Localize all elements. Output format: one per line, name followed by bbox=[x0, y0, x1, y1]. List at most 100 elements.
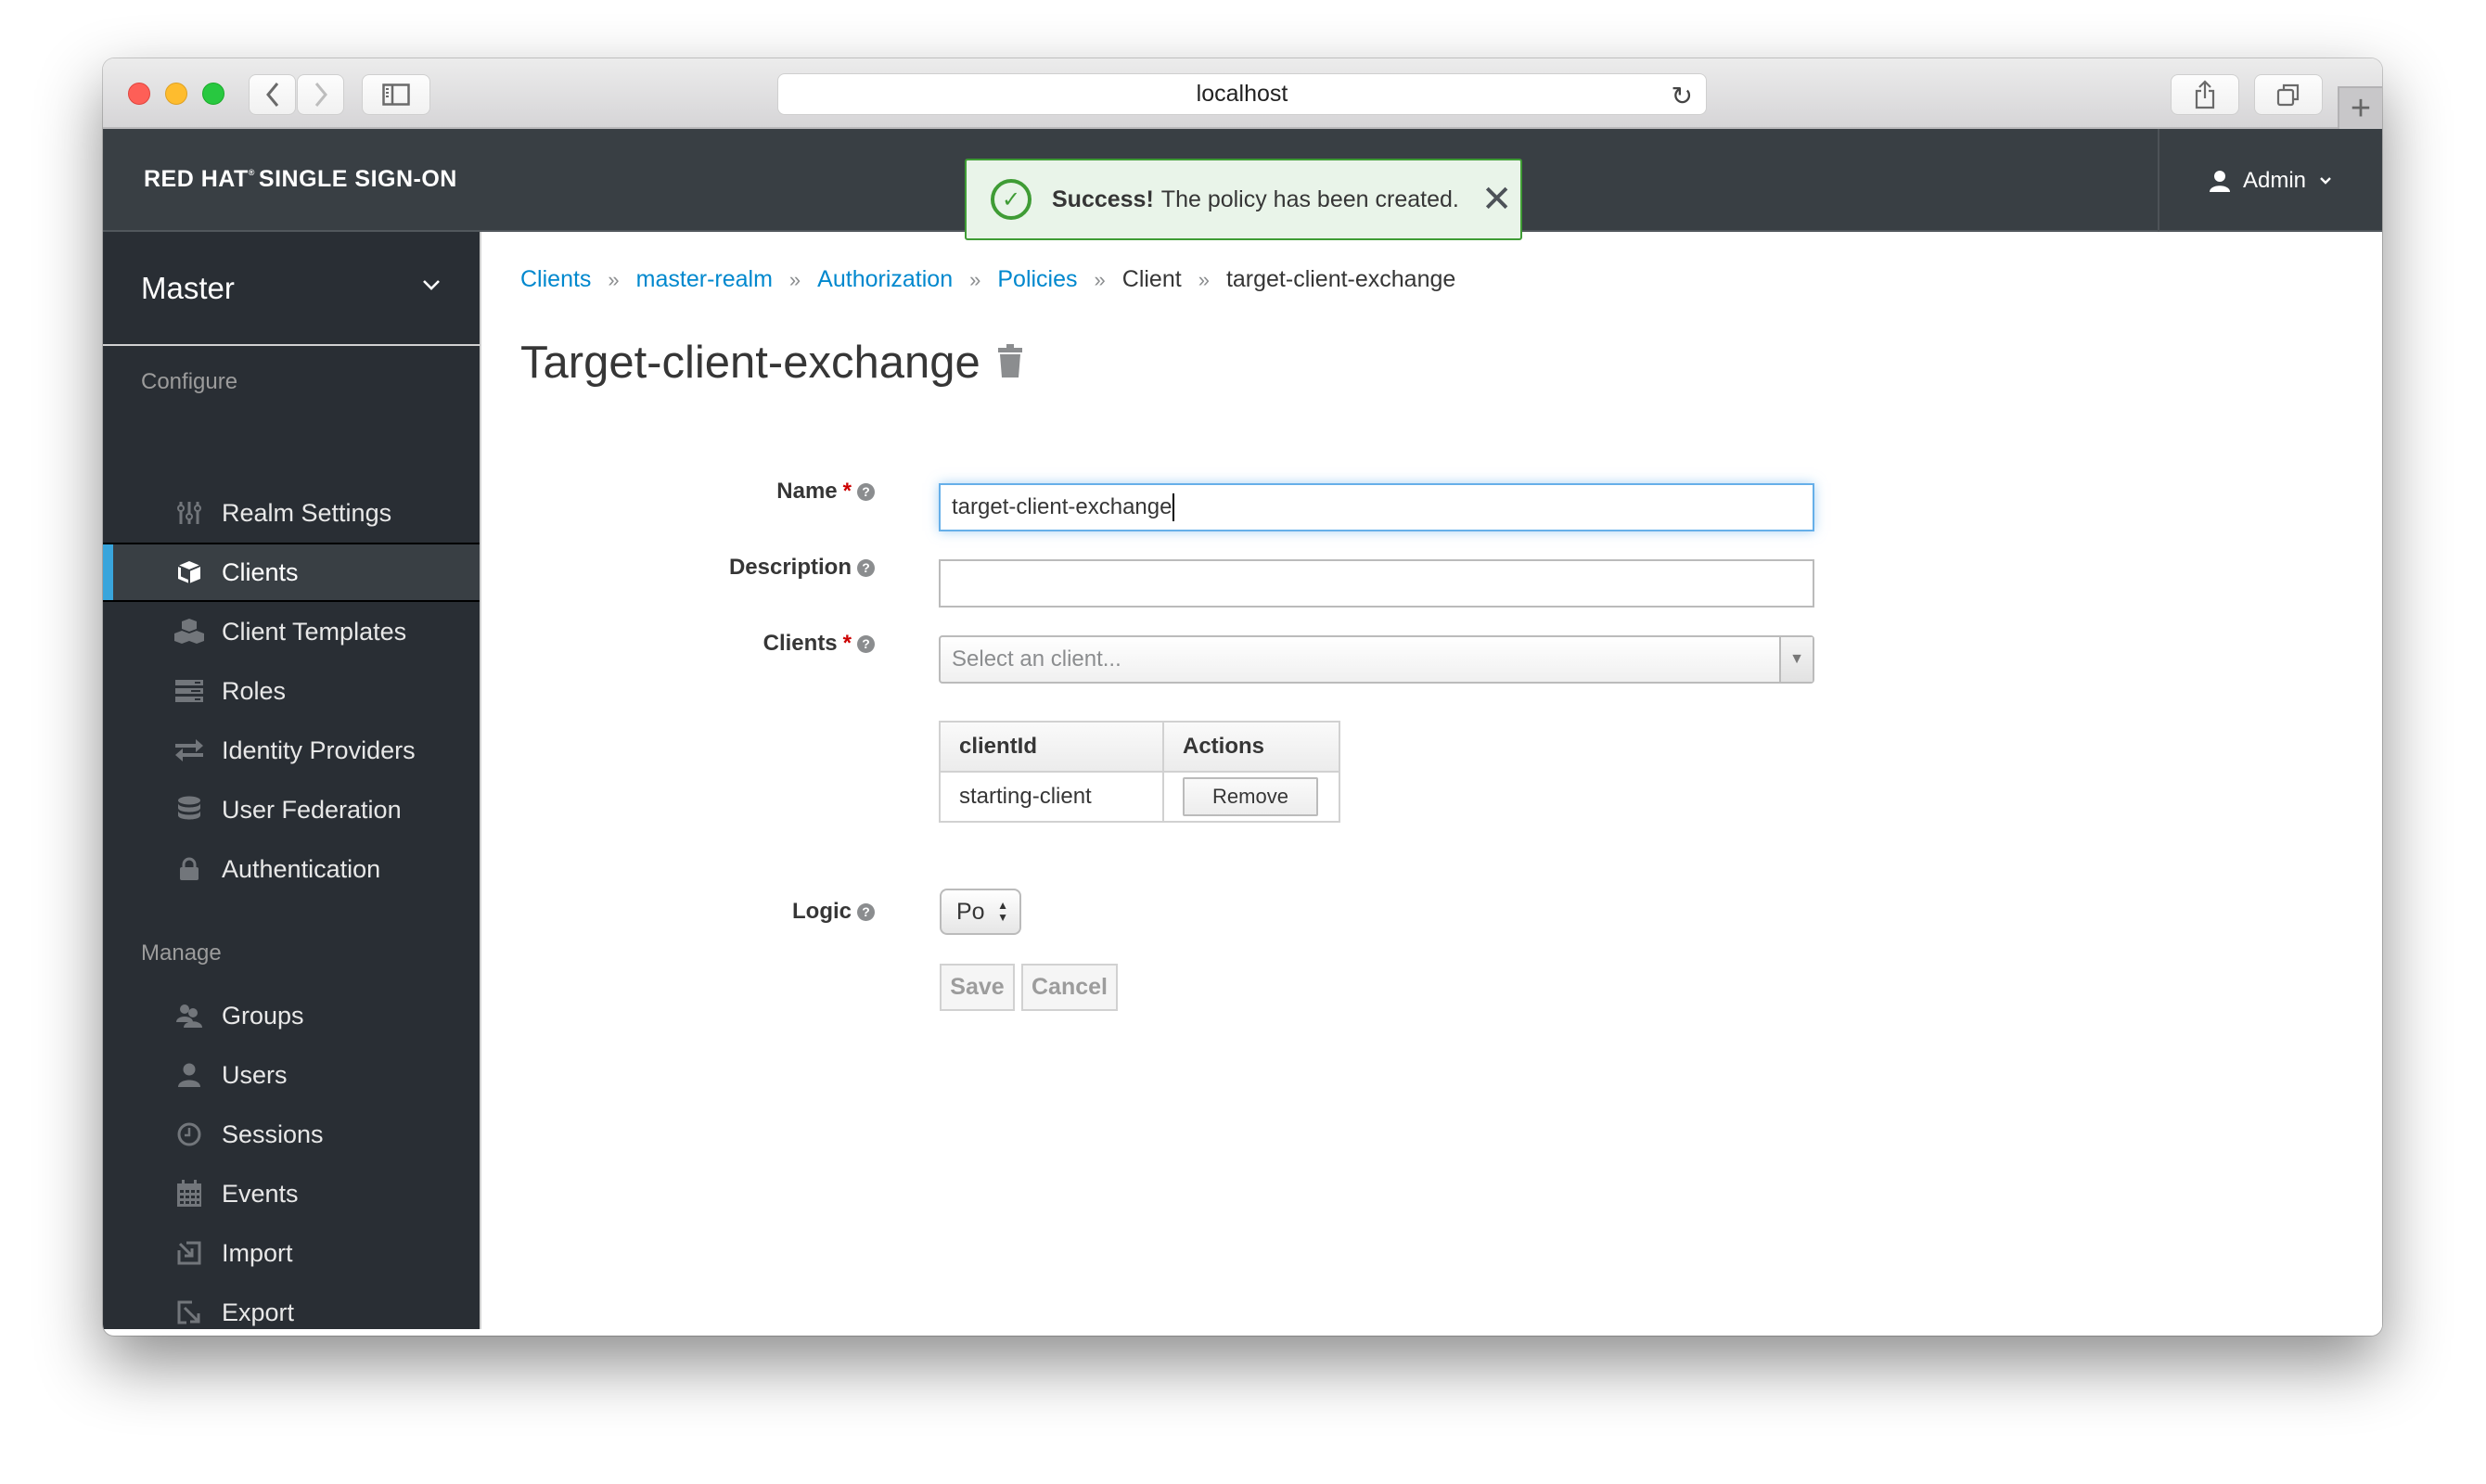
share-button[interactable] bbox=[2171, 74, 2239, 115]
user-icon bbox=[2209, 170, 2230, 192]
share-icon bbox=[2195, 80, 2215, 109]
brand-redhat: RED HAT bbox=[144, 166, 249, 192]
breadcrumb-separator: » bbox=[969, 267, 981, 291]
sidebar-item-label: Sessions bbox=[222, 1119, 324, 1148]
realm-name: Master bbox=[141, 271, 235, 305]
reload-icon[interactable]: ↻ bbox=[1672, 81, 1693, 111]
exchange-icon bbox=[170, 739, 209, 761]
sidebar-item-export[interactable]: Export bbox=[103, 1283, 480, 1336]
save-button[interactable]: Save bbox=[940, 964, 1015, 1011]
sidebar-item-sessions[interactable]: Sessions bbox=[103, 1105, 480, 1164]
brand-product: SINGLE SIGN-ON bbox=[258, 166, 457, 192]
new-tab-button[interactable]: + bbox=[2338, 86, 2382, 129]
logic-select[interactable]: Po ▲ ▼ bbox=[940, 889, 1021, 935]
breadcrumb-separator: » bbox=[608, 267, 620, 291]
close-window-button[interactable] bbox=[128, 83, 150, 105]
sidebar-item-import[interactable]: Import bbox=[103, 1223, 480, 1283]
breadcrumb-separator: » bbox=[1198, 267, 1210, 291]
sidebar-item-label: Clients bbox=[222, 557, 299, 586]
required-mark: * bbox=[842, 631, 852, 656]
sidebar-item-label: Client Templates bbox=[222, 617, 407, 646]
chevron-down-icon bbox=[2320, 176, 2331, 185]
database-icon bbox=[170, 796, 209, 824]
help-icon[interactable]: ? bbox=[857, 482, 875, 501]
address-bar[interactable]: localhost ↻ bbox=[777, 73, 1707, 115]
chevron-right-icon bbox=[314, 83, 327, 107]
logic-label-text: Logic bbox=[792, 899, 852, 924]
back-button[interactable] bbox=[249, 74, 296, 115]
sidebar-item-roles[interactable]: Roles bbox=[103, 661, 480, 721]
breadcrumb-clients[interactable]: Clients bbox=[520, 266, 591, 293]
show-tabs-button[interactable] bbox=[2254, 74, 2323, 115]
url-text: localhost bbox=[1196, 81, 1288, 107]
tabs-icon bbox=[2276, 83, 2300, 107]
sidebar-icon bbox=[382, 83, 410, 106]
trash-icon[interactable] bbox=[997, 337, 1023, 389]
toast-message: The policy has been created. bbox=[1160, 186, 1459, 212]
caret-down-icon[interactable]: ▼ bbox=[1779, 637, 1813, 682]
name-input-value: target-client-exchange bbox=[952, 494, 1173, 519]
column-header-actions: Actions bbox=[1162, 721, 1340, 773]
nav-heading-manage: Manage bbox=[141, 940, 222, 966]
remove-button[interactable]: Remove bbox=[1183, 777, 1318, 816]
column-header-clientid: clientId bbox=[939, 721, 1164, 773]
clients-select-placeholder: Select an client... bbox=[952, 646, 1121, 672]
minimize-window-button[interactable] bbox=[165, 83, 187, 105]
zoom-window-button[interactable] bbox=[202, 83, 224, 105]
description-input[interactable] bbox=[939, 559, 1814, 608]
cancel-button[interactable]: Cancel bbox=[1021, 964, 1118, 1011]
import-icon bbox=[170, 1241, 209, 1265]
page-title: Target-client-exchange bbox=[520, 337, 1023, 389]
logic-select-value: Po bbox=[956, 898, 985, 925]
sidebar-item-events[interactable]: Events bbox=[103, 1164, 480, 1223]
user-menu[interactable]: Admin bbox=[2158, 129, 2382, 232]
sidebar-item-label: Export bbox=[222, 1298, 295, 1326]
description-label-text: Description bbox=[728, 555, 852, 580]
clients-label: Clients * ? bbox=[483, 620, 875, 668]
sidebar-item-client-templates[interactable]: Client Templates bbox=[103, 602, 480, 661]
breadcrumb-client: Client bbox=[1121, 266, 1182, 292]
breadcrumb-policies[interactable]: Policies bbox=[997, 266, 1077, 293]
cubes-icon bbox=[170, 618, 209, 646]
success-toast: ✓ Success! The policy has been created. … bbox=[965, 159, 1522, 240]
help-icon[interactable]: ? bbox=[857, 558, 875, 577]
chevron-left-icon bbox=[265, 83, 278, 107]
clients-table: clientId Actions starting-client Remove bbox=[939, 721, 1340, 823]
cell-clientid: starting-client bbox=[939, 771, 1164, 823]
realm-selector[interactable]: Master bbox=[103, 232, 480, 346]
sidebar-item-label: Groups bbox=[222, 1001, 304, 1030]
breadcrumb-master-realm[interactable]: master-realm bbox=[636, 266, 773, 293]
description-label: Description ? bbox=[483, 544, 875, 592]
sidebar-item-label: Users bbox=[222, 1060, 288, 1089]
forward-button[interactable] bbox=[297, 74, 344, 115]
clients-select[interactable]: Select an client... ▼ bbox=[939, 635, 1814, 684]
sidebar-item-realm-settings[interactable]: Realm Settings bbox=[103, 483, 480, 543]
sidebar-item-label: Authentication bbox=[222, 854, 381, 883]
required-mark: * bbox=[842, 479, 852, 504]
lock-icon bbox=[170, 857, 209, 881]
help-icon[interactable]: ? bbox=[857, 634, 875, 653]
sidebar-item-users[interactable]: Users bbox=[103, 1045, 480, 1105]
help-icon[interactable]: ? bbox=[857, 902, 875, 921]
sidebar-toggle-button[interactable] bbox=[362, 74, 430, 115]
sliders-icon bbox=[170, 501, 209, 525]
sidebar-item-label: Import bbox=[222, 1238, 293, 1267]
sidebar-item-groups[interactable]: Groups bbox=[103, 986, 480, 1045]
main-content: Clients » master-realm » Authorization »… bbox=[483, 232, 2382, 1336]
sidebar-item-user-federation[interactable]: User Federation bbox=[103, 780, 480, 839]
sidebar-item-clients[interactable]: Clients bbox=[103, 543, 480, 602]
table-row: starting-client Remove bbox=[939, 771, 1340, 823]
text-caret bbox=[1173, 493, 1175, 521]
sidebar-item-identity-providers[interactable]: Identity Providers bbox=[103, 721, 480, 780]
browser-window: localhost ↻ + RED HAT® SINGLE SIGN-ON Adm… bbox=[103, 58, 2382, 1336]
close-icon[interactable]: ✕ bbox=[1481, 181, 1513, 218]
name-input[interactable]: target-client-exchange bbox=[939, 483, 1814, 531]
breadcrumb-current: target-client-exchange bbox=[1225, 266, 1456, 292]
updown-arrows-icon: ▲ ▼ bbox=[997, 899, 1008, 924]
sidebar-item-authentication[interactable]: Authentication bbox=[103, 839, 480, 899]
brand-logo[interactable]: RED HAT® SINGLE SIGN-ON bbox=[144, 166, 457, 193]
breadcrumb-authorization[interactable]: Authorization bbox=[817, 266, 953, 293]
sidebar-item-label: Events bbox=[222, 1179, 299, 1208]
breadcrumb-separator: » bbox=[1094, 267, 1106, 291]
name-label: Name * ? bbox=[483, 467, 875, 516]
